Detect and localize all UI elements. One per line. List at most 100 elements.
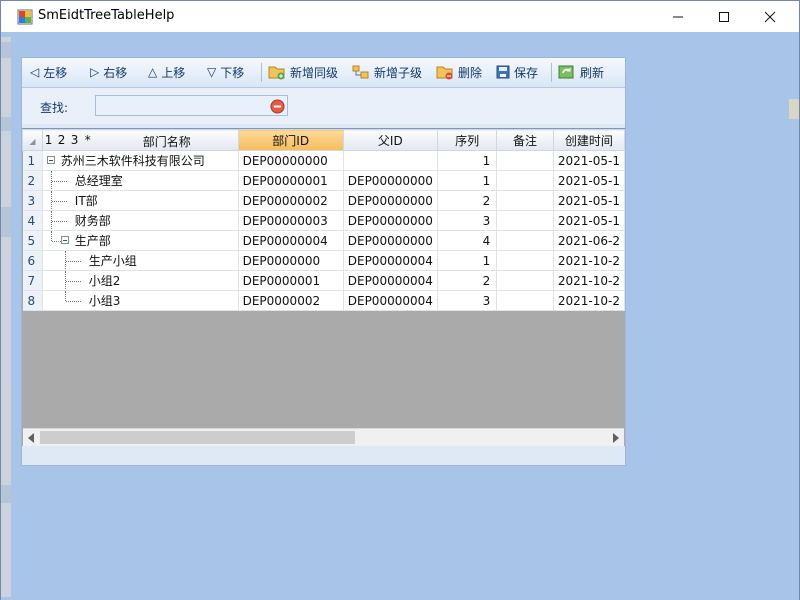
order-cell[interactable]: 4	[437, 230, 498, 251]
department-name-cell[interactable]: IT部	[42, 190, 239, 211]
remark-cell[interactable]	[496, 150, 554, 171]
search-input[interactable]	[95, 95, 288, 116]
move-down-label: 下移	[220, 65, 245, 80]
minimize-button[interactable]	[655, 1, 701, 32]
order-cell[interactable]: 2	[437, 270, 498, 291]
department-name: 苏州三木软件科技有限公司	[60, 154, 205, 168]
dept-id-cell[interactable]: DEP0000001	[238, 270, 344, 291]
created-time-cell[interactable]: 2021-05-1	[553, 150, 625, 171]
search-label: 查找:	[40, 101, 69, 115]
parent-id-cell[interactable]: DEP00000004	[343, 250, 438, 271]
parent-id-cell[interactable]	[343, 150, 438, 171]
table-row[interactable]: 3 IT部 DEP00000002 DEP00000000 2 2021-05-…	[22, 190, 625, 211]
refresh-icon	[558, 65, 574, 79]
department-name-cell[interactable]: 生产小组	[42, 250, 239, 271]
created-time-cell[interactable]: 2021-05-1	[553, 170, 625, 191]
dept-id-cell[interactable]: DEP00000001	[238, 170, 344, 191]
add-sibling-button[interactable]: 新增同级	[268, 63, 338, 81]
department-name-cell[interactable]: 小组2	[42, 270, 239, 291]
order-cell[interactable]: 1	[437, 150, 498, 171]
order-cell[interactable]: 1	[437, 170, 498, 191]
delete-button[interactable]: 删除	[436, 63, 482, 81]
table-row[interactable]: 1 苏州三木软件科技有限公司 DEP00000000 1 2021-05-1	[22, 150, 625, 171]
title-bar[interactable]: SmEidtTreeTableHelp	[1, 1, 799, 32]
table-row[interactable]: 2 总经理室 DEP00000001 DEP00000000 1 2021-05…	[22, 170, 625, 191]
horizontal-scrollbar[interactable]	[23, 428, 624, 446]
column-remark-header[interactable]: 备注	[496, 129, 554, 151]
remark-cell[interactable]	[496, 170, 554, 191]
all-levels-button[interactable]: *	[85, 133, 91, 147]
remark-cell[interactable]	[496, 290, 554, 311]
department-name-cell[interactable]: 生产部	[42, 230, 239, 251]
department-name-cell[interactable]: 小组3	[42, 290, 239, 311]
table-row[interactable]: 5 生产部 DEP00000004 DEP00000000 4 2021-06-…	[22, 230, 625, 251]
dept-id-cell[interactable]: DEP00000003	[238, 210, 344, 231]
department-name-cell[interactable]: 苏州三木软件科技有限公司	[42, 150, 239, 171]
parent-id-cell[interactable]: DEP00000000	[343, 170, 438, 191]
level-1-button[interactable]: 1	[45, 133, 53, 147]
close-button[interactable]	[747, 1, 793, 32]
dept-id-cell[interactable]: DEP00000002	[238, 190, 344, 211]
column-created-time-header[interactable]: 创建时间	[552, 129, 625, 151]
column-dept-id-header[interactable]: 部门ID	[237, 129, 344, 151]
tree-table-grid[interactable]: ◢ 1 2 3 * 部门名称 部门ID 父ID 序列 备注 创建时间 1 苏州三…	[22, 128, 625, 446]
move-left-button[interactable]: ◁ 左移	[30, 63, 67, 81]
maximize-icon	[719, 11, 729, 22]
move-right-button[interactable]: ▷ 右移	[90, 63, 127, 81]
parent-id-cell[interactable]: DEP00000000	[343, 190, 438, 211]
folder-delete-icon	[436, 66, 453, 80]
order-cell[interactable]: 2	[437, 190, 498, 211]
column-name-header[interactable]: 1 2 3 * 部门名称	[41, 129, 239, 151]
collapse-node-icon[interactable]	[60, 236, 69, 244]
scroll-left-icon[interactable]	[28, 433, 34, 443]
table-row[interactable]: 4 财务部 DEP00000003 DEP00000000 3 2021-05-…	[22, 210, 625, 231]
table-row[interactable]: 8 小组3 DEP0000002 DEP00000004 3 2021-10-2	[22, 290, 625, 311]
parent-id-cell[interactable]: DEP00000000	[343, 210, 438, 231]
scrollbar-thumb[interactable]	[40, 431, 355, 444]
parent-id-cell[interactable]: DEP00000000	[343, 230, 438, 251]
order-cell[interactable]: 3	[437, 290, 498, 311]
column-parent-id-header[interactable]: 父ID	[342, 129, 438, 151]
created-time-cell[interactable]: 2021-06-2	[553, 230, 625, 251]
dept-id-cell[interactable]: DEP00000000	[238, 150, 344, 171]
level-2-button[interactable]: 2	[58, 133, 66, 147]
add-child-button[interactable]: 新增子级	[352, 63, 422, 81]
table-row[interactable]: 7 小组2 DEP0000001 DEP00000004 2 2021-10-2	[22, 270, 625, 291]
created-time-cell[interactable]: 2021-05-1	[553, 210, 625, 231]
department-name-cell[interactable]: 总经理室	[42, 170, 239, 191]
dept-id-cell[interactable]: DEP0000000	[238, 250, 344, 271]
department-table: ◢ 1 2 3 * 部门名称 部门ID 父ID 序列 备注 创建时间 1 苏州三…	[22, 129, 625, 311]
row-number: 7	[22, 270, 43, 291]
column-order-header[interactable]: 序列	[436, 129, 498, 151]
clear-search-icon[interactable]	[270, 99, 285, 114]
level-3-button[interactable]: 3	[71, 133, 79, 147]
dept-id-cell[interactable]: DEP00000004	[238, 230, 344, 251]
maximize-button[interactable]	[701, 1, 747, 32]
table-row[interactable]: 6 生产小组 DEP0000000 DEP00000004 1 2021-10-…	[22, 250, 625, 271]
move-up-button[interactable]: △ 上移	[148, 63, 185, 81]
move-right-icon: ▷	[90, 65, 100, 79]
parent-id-cell[interactable]: DEP00000004	[343, 290, 438, 311]
remark-cell[interactable]	[496, 270, 554, 291]
column-header-label: 部门名称	[142, 135, 191, 149]
created-time-cell[interactable]: 2021-10-2	[553, 270, 625, 291]
remark-cell[interactable]	[496, 210, 554, 231]
collapse-node-icon[interactable]	[46, 156, 55, 164]
remark-cell[interactable]	[496, 230, 554, 251]
refresh-button[interactable]: 刷新	[558, 63, 604, 81]
parent-id-cell[interactable]: DEP00000004	[343, 270, 438, 291]
created-time-cell[interactable]: 2021-10-2	[553, 290, 625, 311]
remark-cell[interactable]	[496, 190, 554, 211]
order-cell[interactable]: 3	[437, 210, 498, 231]
created-time-cell[interactable]: 2021-05-1	[553, 190, 625, 211]
scroll-right-icon[interactable]	[613, 433, 619, 443]
created-time-cell[interactable]: 2021-10-2	[553, 250, 625, 271]
move-down-button[interactable]: ▽ 下移	[207, 63, 244, 81]
save-icon	[496, 65, 510, 79]
close-icon	[764, 11, 776, 22]
department-name-cell[interactable]: 财务部	[42, 210, 239, 231]
remark-cell[interactable]	[496, 250, 554, 271]
order-cell[interactable]: 1	[437, 250, 498, 271]
save-button[interactable]: 保存	[496, 63, 538, 81]
dept-id-cell[interactable]: DEP0000002	[238, 290, 344, 311]
